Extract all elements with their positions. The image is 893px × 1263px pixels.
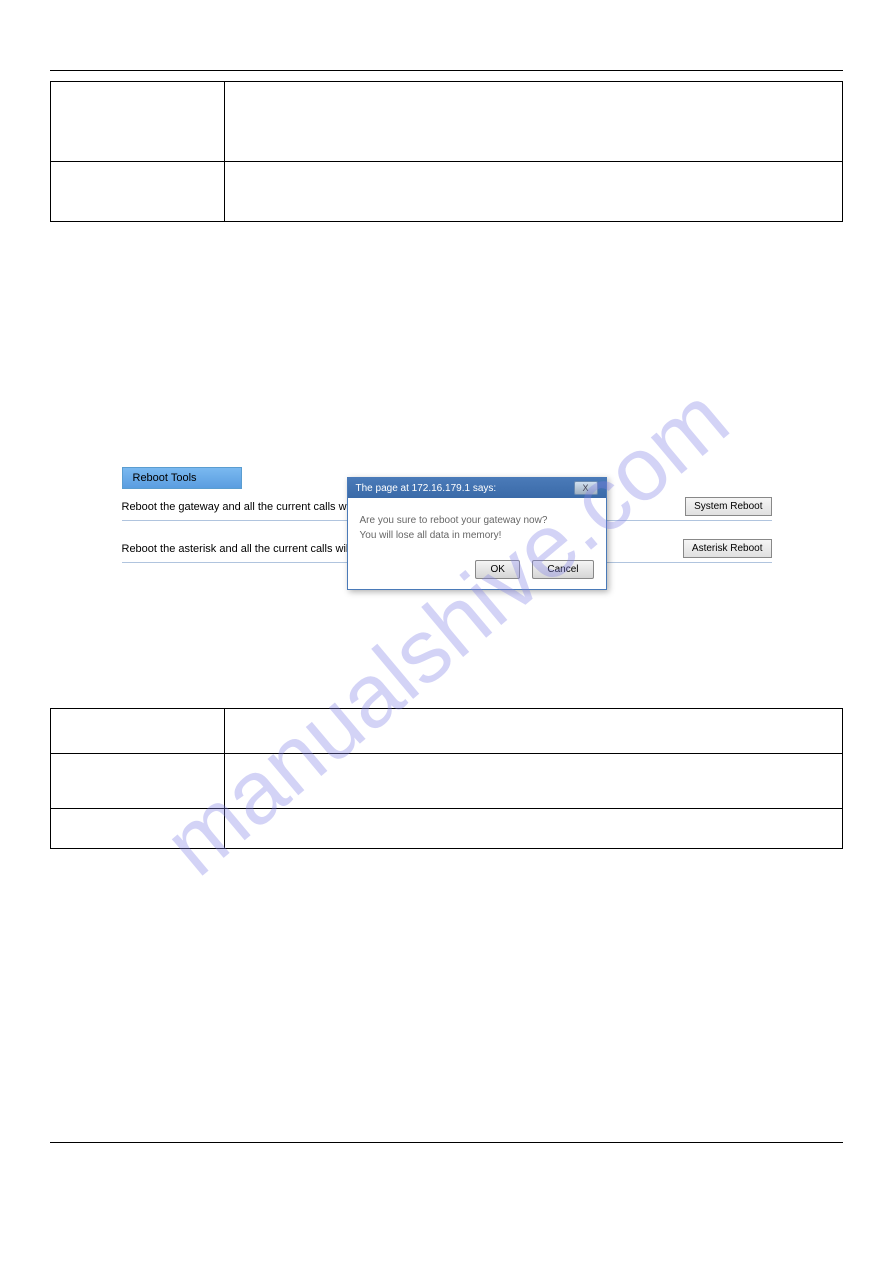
confirm-dialog: The page at 172.16.179.1 says: X Are you…	[347, 477, 607, 590]
bottom-table	[50, 708, 843, 849]
table-cell	[225, 82, 843, 162]
top-table	[50, 81, 843, 222]
dialog-footer: OK Cancel	[348, 553, 606, 589]
table-row	[51, 809, 843, 849]
dialog-body: Are you sure to reboot your gateway now?…	[348, 498, 606, 553]
close-icon[interactable]: X	[574, 481, 598, 495]
table-cell	[225, 162, 843, 222]
system-reboot-button[interactable]: System Reboot	[685, 497, 771, 516]
table-row	[51, 82, 843, 162]
table-cell	[51, 82, 225, 162]
dialog-header: The page at 172.16.179.1 says: X	[348, 478, 606, 498]
table-row	[51, 709, 843, 754]
table-cell	[51, 809, 225, 849]
dialog-message-line2: You will lose all data in memory!	[360, 528, 594, 543]
table-row	[51, 162, 843, 222]
footer-divider	[50, 1142, 843, 1143]
reboot-tools-header: Reboot Tools	[122, 467, 242, 489]
reboot-system-text: Reboot the gateway and all the current c…	[122, 501, 370, 513]
reboot-asterisk-text: Reboot the asterisk and all the current …	[122, 543, 367, 555]
cancel-button[interactable]: Cancel	[532, 560, 593, 579]
table-cell	[51, 754, 225, 809]
table-cell	[225, 709, 843, 754]
ok-button[interactable]: OK	[475, 560, 519, 579]
top-divider	[50, 70, 843, 71]
screenshot-panel: Reboot Tools Reboot the gateway and all …	[117, 462, 777, 568]
dialog-title: The page at 172.16.179.1 says:	[356, 483, 497, 494]
table-cell	[51, 709, 225, 754]
table-row	[51, 754, 843, 809]
asterisk-reboot-button[interactable]: Asterisk Reboot	[683, 539, 772, 558]
table-cell	[51, 162, 225, 222]
dialog-message-line1: Are you sure to reboot your gateway now?	[360, 513, 594, 528]
table-cell	[225, 754, 843, 809]
table-cell	[225, 809, 843, 849]
page-content: Reboot Tools Reboot the gateway and all …	[0, 0, 893, 919]
